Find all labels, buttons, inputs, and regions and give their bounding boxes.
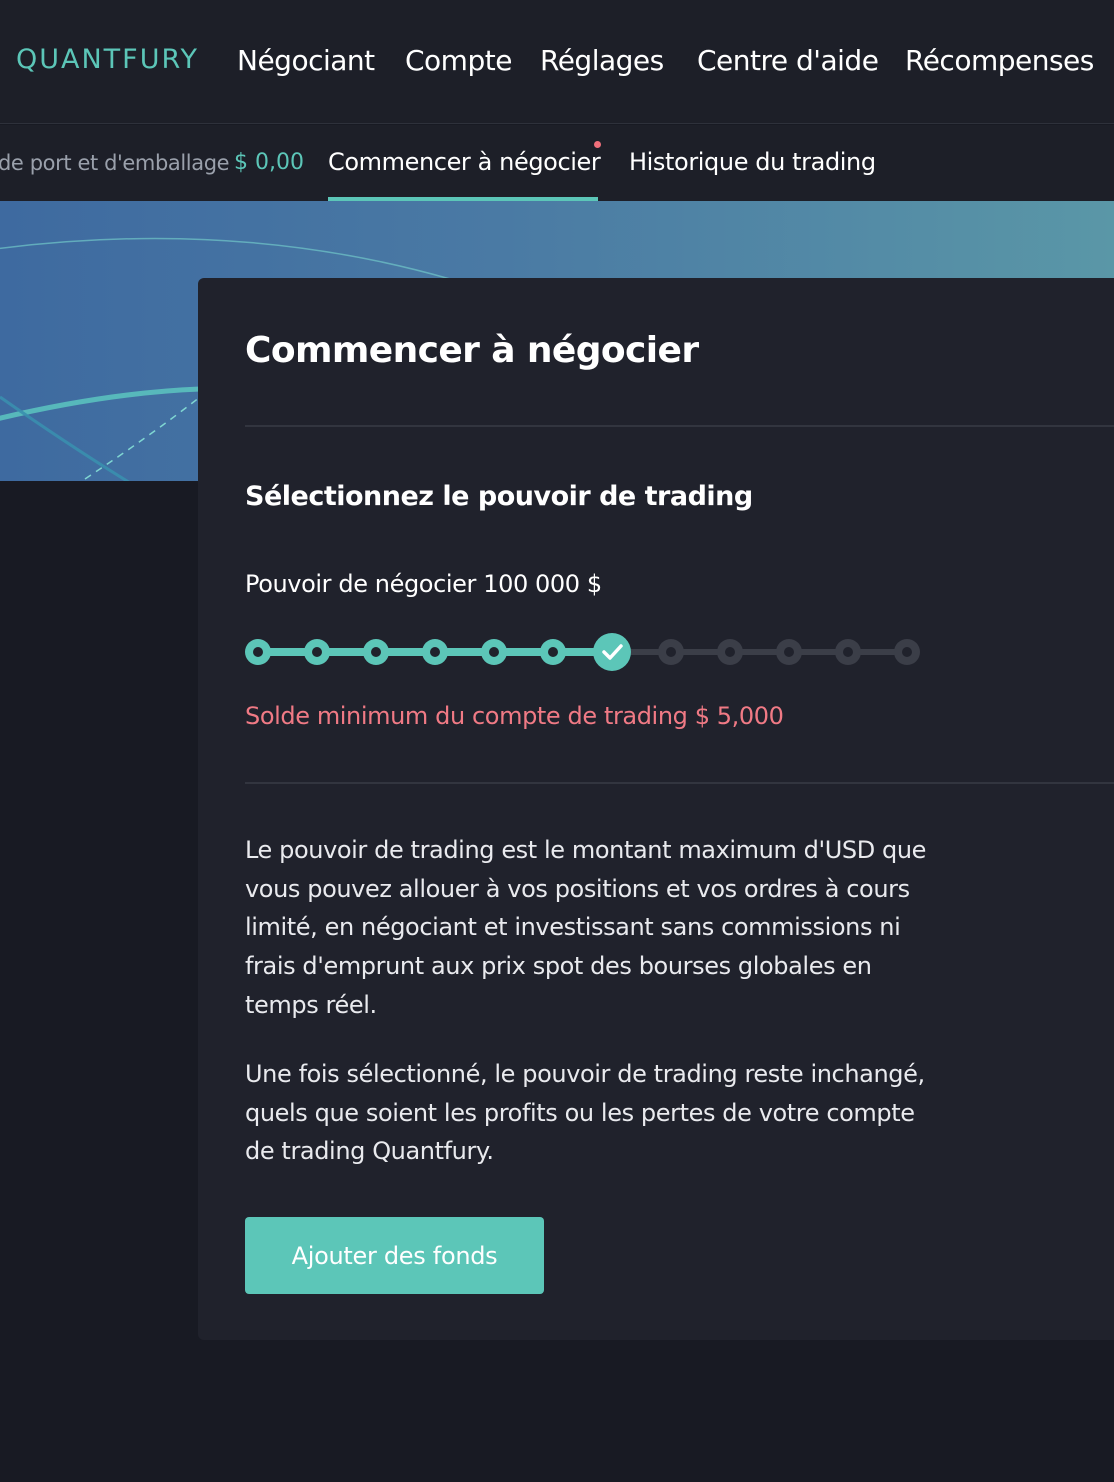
divider	[245, 425, 1114, 427]
nav-link-recompenses[interactable]: Récompenses	[905, 44, 1094, 77]
min-balance-warning: Solde minimum du compte de trading $ 5,0…	[245, 702, 784, 730]
section-title: Sélectionnez le pouvoir de trading	[245, 481, 753, 512]
nav-link-reglages[interactable]: Réglages	[540, 44, 664, 77]
slider-step-center	[784, 647, 794, 657]
tab-trading-history[interactable]: Historique du trading	[629, 148, 876, 176]
slider-step-center	[312, 647, 322, 657]
slider-step-center	[725, 647, 735, 657]
quantfury-logo[interactable]: QUANTFURY	[16, 44, 199, 75]
trading-power-label: Pouvoir de négocier 100 000 $	[245, 570, 602, 598]
shipping-fee-label: de port et d'emballage	[0, 151, 230, 175]
top-navigation: QUANTFURY Négociant Compte Réglages Cent…	[0, 0, 1114, 124]
slider-step-center	[489, 647, 499, 657]
sub-navigation: de port et d'emballage $ 0,00 Commencer …	[0, 125, 1114, 201]
page: QUANTFURY Négociant Compte Réglages Cent…	[0, 0, 1114, 1482]
nav-link-centre-aide[interactable]: Centre d'aide	[697, 44, 879, 77]
slider-step-center	[371, 647, 381, 657]
slider-step-center	[843, 647, 853, 657]
card-title: Commencer à négocier	[245, 330, 699, 371]
nav-link-negociant[interactable]: Négociant	[237, 44, 375, 77]
nav-link-compte[interactable]: Compte	[405, 44, 512, 77]
shipping-fee-value: $ 0,00	[234, 150, 304, 175]
slider-step-center	[902, 647, 912, 657]
slider-selected-step[interactable]	[593, 633, 631, 671]
trading-power-slider[interactable]	[243, 630, 933, 674]
tab-start-trading[interactable]: Commencer à négocier	[328, 148, 601, 176]
divider	[245, 782, 1114, 784]
trading-power-note: Une fois sélectionné, le pouvoir de trad…	[245, 1060, 925, 1166]
slider-step-center	[253, 647, 263, 657]
slider-step-center	[666, 647, 676, 657]
slider-step-center	[430, 647, 440, 657]
start-trading-card: Commencer à négocier Sélectionnez le pou…	[198, 278, 1114, 1340]
add-funds-button[interactable]: Ajouter des fonds	[245, 1217, 544, 1294]
trading-power-description: Le pouvoir de trading est le montant max…	[245, 836, 927, 1019]
slider-step-center	[548, 647, 558, 657]
notification-dot	[594, 141, 601, 148]
